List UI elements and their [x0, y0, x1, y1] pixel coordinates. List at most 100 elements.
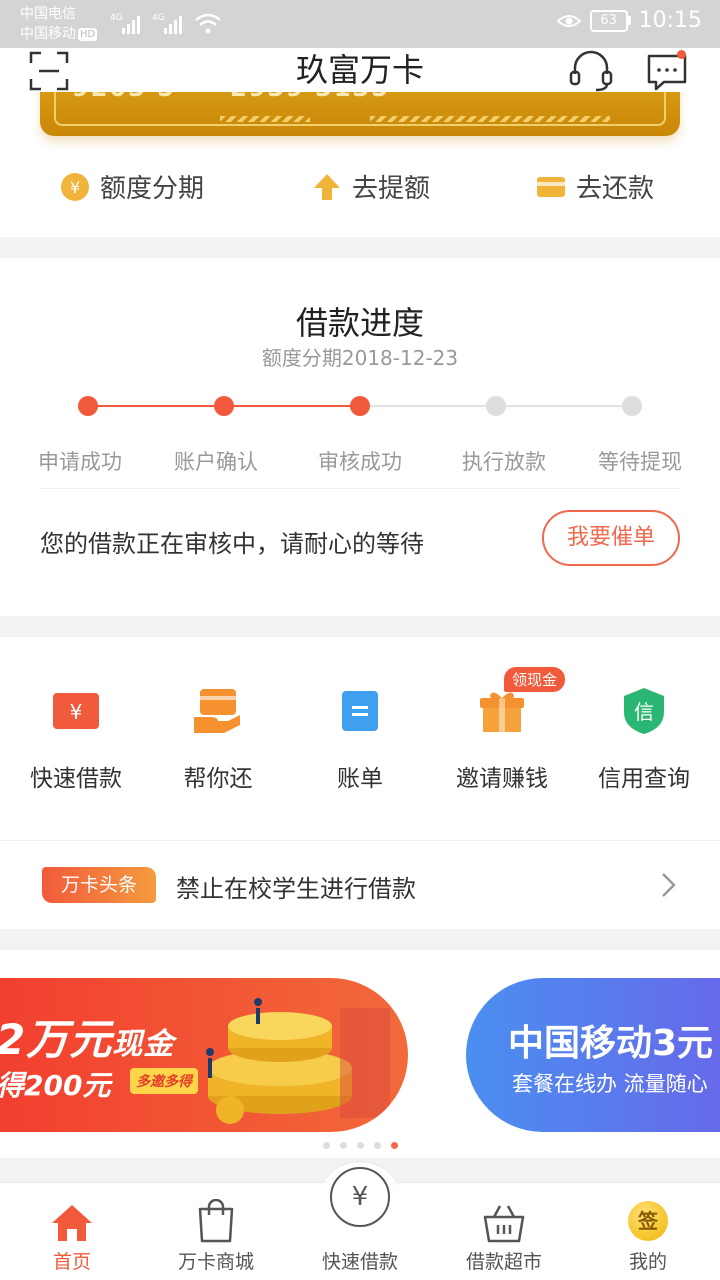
progress-subtitle: 额度分期2018-12-23: [261, 346, 459, 370]
carousel-dot[interactable]: [322, 1142, 330, 1149]
banner-headline-suffix: 现金: [112, 1027, 175, 1062]
service-credit-check[interactable]: 信 信用查询: [572, 681, 716, 793]
quick-link-installment[interactable]: ¥ 额度分期: [60, 168, 204, 205]
coins-illustration: [206, 998, 390, 1124]
step-dot: [214, 396, 234, 416]
step-label: 账户确认: [174, 450, 258, 474]
promo-carousel: 2万元现金 得200元 多邀多得 中国移动3元 套餐在线办 流量随心: [0, 950, 720, 1158]
svg-text:信: 信: [634, 700, 654, 724]
step-label: 等待提现: [598, 450, 682, 474]
banner-headline: 中国移动3元: [508, 1023, 714, 1064]
carousel-dot[interactable]: [339, 1142, 347, 1149]
banner-subline: 得200元: [0, 1069, 111, 1102]
unread-dot: [677, 50, 686, 59]
nav-label: 我的: [628, 1251, 667, 1273]
nav-label: 万卡商城: [177, 1251, 254, 1273]
carrier-1: 中国电信: [20, 6, 76, 22]
quick-link-label: 额度分期: [100, 174, 205, 204]
shield-icon: 信: [624, 688, 664, 734]
step-dot: [622, 396, 642, 416]
bottom-nav: 首页 万卡商城 快速借款 ¥ 借款超市 签 我的: [0, 1161, 720, 1280]
gift-icon: [480, 692, 524, 732]
nav-mall[interactable]: 万卡商城: [144, 1183, 288, 1280]
nav-label: 借款超市: [465, 1251, 542, 1273]
divider: [0, 840, 720, 841]
quick-link-raise-limit[interactable]: 去提额: [312, 168, 430, 205]
card-icon: [537, 176, 565, 197]
quick-link-label: 去提额: [352, 174, 431, 204]
nav-label: 快速借款: [321, 1251, 398, 1273]
promo-banner-cash[interactable]: 2万元现金 得200元 多邀多得: [0, 978, 408, 1132]
nav-loan-market[interactable]: 借款超市: [432, 1183, 576, 1280]
step-dot: [78, 396, 98, 416]
headset-icon: [569, 50, 613, 92]
battery-level: 63: [589, 9, 628, 32]
service-label: 快速借款: [30, 766, 122, 792]
news-more[interactable]: [660, 871, 678, 903]
yen-card-icon: ¥: [53, 693, 99, 729]
divider: [40, 488, 680, 489]
step-label: 申请成功: [38, 450, 122, 474]
service-invite[interactable]: 领现金 邀请赚钱: [430, 667, 574, 793]
card-section: 9203 5 2939 3135 ¥ 额度分期 去提额 去还款: [0, 82, 720, 237]
svg-text:¥: ¥: [70, 178, 80, 197]
svg-text:¥: ¥: [70, 700, 83, 724]
carousel-dot[interactable]: [373, 1142, 381, 1149]
status-bar: 中国电信 中国移动 HD 4G 4G 63 10:15: [0, 0, 720, 48]
basket-icon: [483, 1205, 525, 1243]
nav-mine[interactable]: 签 我的: [576, 1183, 720, 1280]
service-label: 账单: [337, 766, 383, 792]
quick-link-repay[interactable]: 去还款: [536, 168, 654, 205]
step-label: 执行放款: [462, 450, 546, 474]
app-header: 玖富万卡: [0, 48, 720, 92]
quick-link-label: 去还款: [576, 174, 655, 204]
invite-badge: 领现金: [504, 667, 566, 692]
service-quick-loan[interactable]: ¥ 快速借款: [4, 681, 148, 793]
status-right: 63 10:15: [556, 8, 702, 33]
carrier-2: 中国移动: [20, 26, 76, 42]
service-label: 邀请赚钱: [456, 766, 548, 792]
banner-subline: 套餐在线办 流量随心: [512, 1072, 708, 1096]
carousel-indicator: [0, 1134, 720, 1153]
service-label: 信用查询: [598, 766, 690, 792]
signal-icon: 4G 4G: [110, 13, 221, 34]
news-headline[interactable]: 禁止在校学生进行借款: [176, 869, 416, 904]
loan-progress-card: 借款进度 额度分期2018-12-23 申请成功 账户确认 审核成功 执行放款 …: [0, 258, 720, 616]
svg-text:4G: 4G: [110, 13, 123, 23]
carousel-dot-active[interactable]: [390, 1142, 398, 1149]
sign-in-badge-icon[interactable]: 签: [628, 1201, 668, 1241]
battery-icon: 63: [589, 9, 631, 32]
svg-text:4G: 4G: [152, 13, 165, 23]
carrier-info: 中国电信 中国移动 HD: [20, 4, 98, 44]
nav-label: 首页: [52, 1251, 91, 1273]
hd-badge: HD: [78, 28, 98, 41]
yen-coin-icon: ¥: [61, 172, 89, 201]
status-time: 10:15: [638, 8, 702, 33]
signal-icons: 4G 4G: [110, 10, 221, 40]
scan-icon: [29, 51, 69, 91]
step-dot: [350, 396, 370, 416]
step-label: 审核成功: [318, 450, 402, 474]
eye-icon: [556, 14, 582, 27]
nav-home[interactable]: 首页: [0, 1183, 144, 1280]
scan-button[interactable]: [28, 50, 70, 96]
customer-service-button[interactable]: [568, 50, 614, 96]
service-grid: ¥ 快速借款 帮你还 账单 领现金 邀请赚钱 信 信用查询 万卡头条 禁止在校学…: [0, 637, 720, 929]
promo-banner-mobile[interactable]: 中国移动3元 套餐在线办 流量随心: [466, 978, 720, 1132]
message-button[interactable]: [646, 50, 688, 96]
home-icon: [52, 1205, 92, 1241]
yen-circle-icon[interactable]: ¥: [330, 1167, 390, 1227]
progress-status-text: 您的借款正在审核中，请耐心的等待: [40, 530, 424, 558]
service-help-repay[interactable]: 帮你还: [146, 681, 290, 793]
progress-title: 借款进度: [295, 304, 424, 342]
step-dot: [486, 396, 506, 416]
hand-card-icon: [194, 689, 240, 733]
service-bill[interactable]: 账单: [288, 681, 432, 793]
carousel-dot[interactable]: [356, 1142, 364, 1149]
quick-links: ¥ 额度分期 去提额 去还款: [0, 168, 720, 212]
shopping-bag-icon: [198, 1199, 234, 1243]
banner-headline: 2万元: [0, 1015, 113, 1064]
chevron-right-icon: [662, 873, 676, 897]
bill-icon: [342, 691, 378, 731]
urge-button[interactable]: 我要催单: [542, 510, 680, 566]
